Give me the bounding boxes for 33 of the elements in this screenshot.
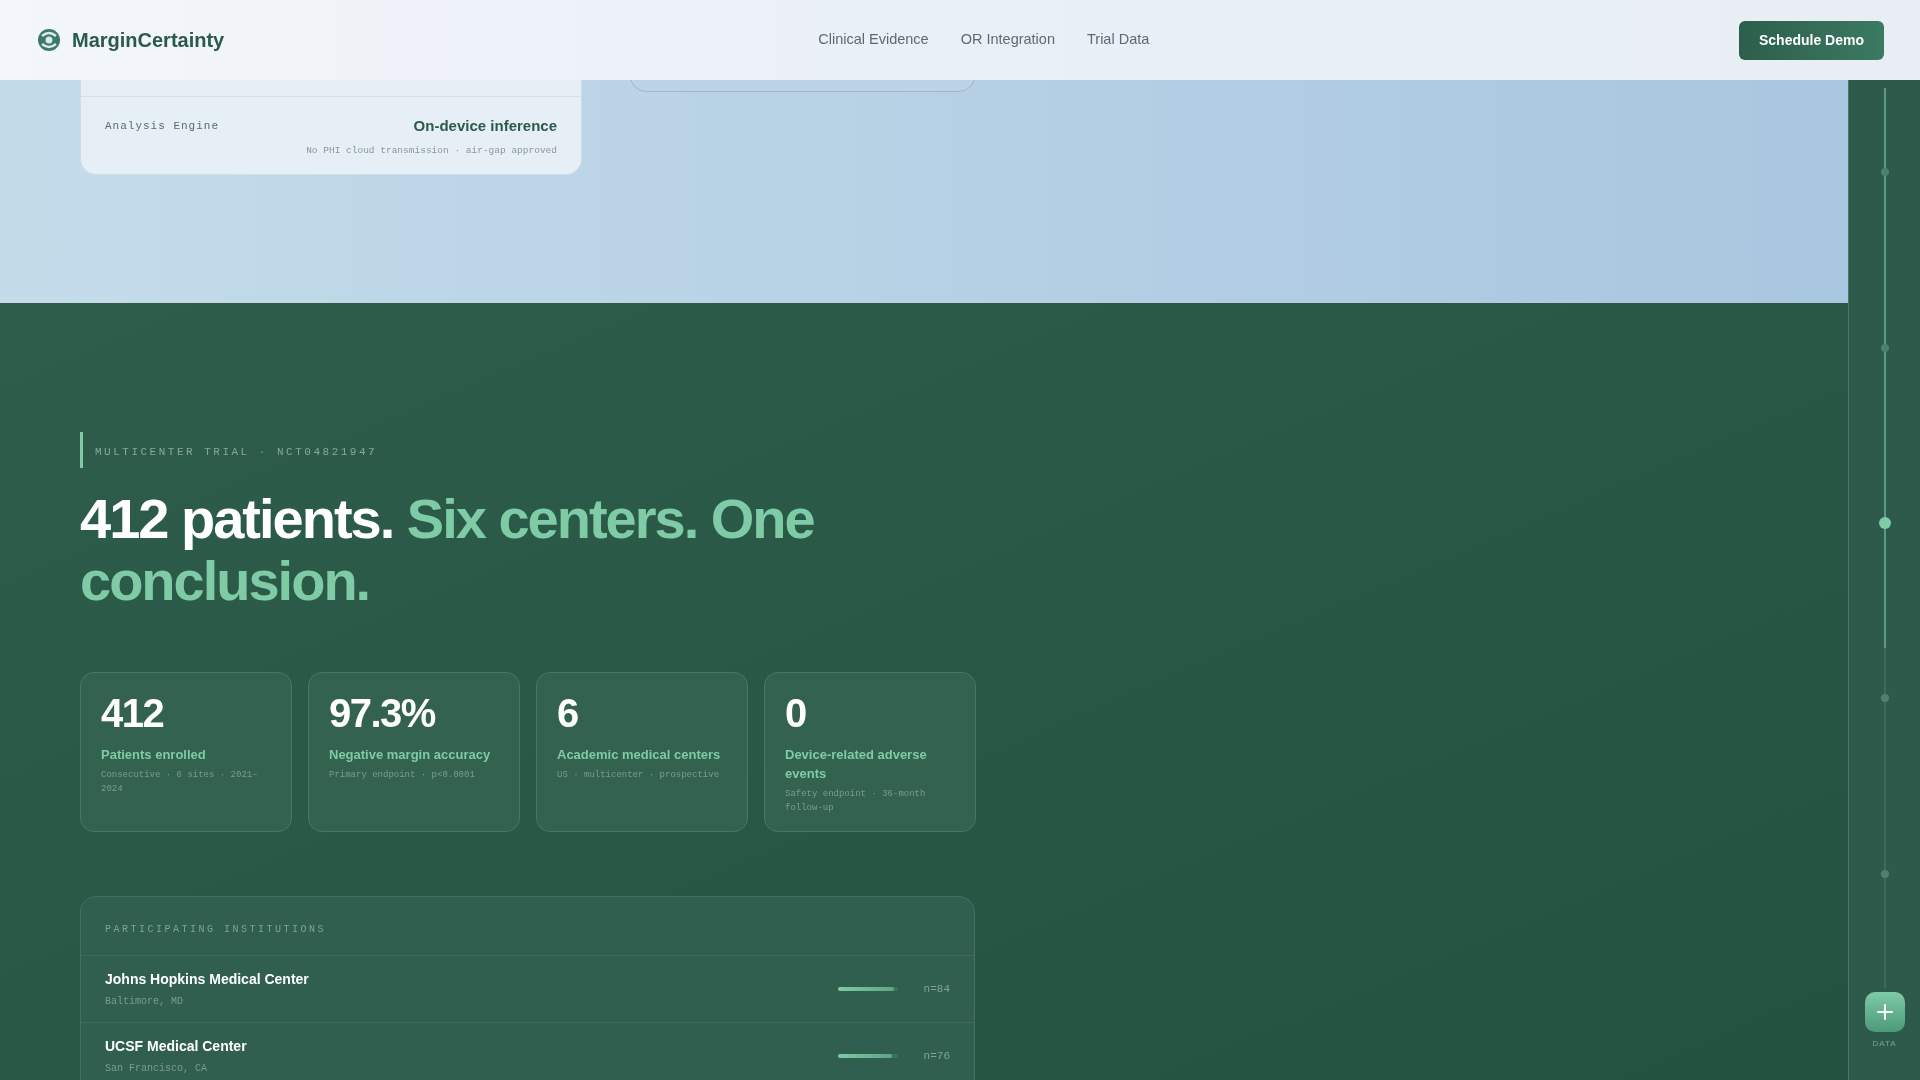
nav-link[interactable]: Trial Data bbox=[1087, 29, 1150, 51]
institution-location: San Francisco, CA bbox=[105, 1062, 209, 1076]
institution-location: Baltimore, MD bbox=[105, 995, 184, 1009]
stat-label: Patients enrolled bbox=[101, 746, 207, 764]
panel-title: PARTICIPATING INSTITUTIONS bbox=[105, 924, 327, 935]
stat-value: 6 bbox=[557, 691, 579, 735]
stat-value: 412 bbox=[101, 691, 165, 735]
plus-icon bbox=[1875, 1003, 1894, 1021]
headline: 412 patients. Six centers. One conclusion. bbox=[80, 488, 815, 612]
schedule-demo-button[interactable]: Schedule Demo bbox=[1738, 20, 1884, 60]
stat-label: Device-related adverse events bbox=[785, 746, 928, 783]
stat-note: Safety endpoint · 36-month follow-up bbox=[785, 788, 927, 815]
spec-value: On-device inference bbox=[413, 116, 557, 137]
brand-name: MarginCertainty bbox=[72, 28, 225, 53]
institution-name: Johns Hopkins Medical Center bbox=[105, 970, 309, 989]
sample-count: n=84 bbox=[923, 981, 950, 997]
nav-link[interactable]: Clinical Evidence bbox=[818, 29, 929, 51]
spec-note: No PHI cloud transmission · air-gap approved bbox=[306, 143, 557, 158]
stat-note: Consecutive · 6 sites · 2021–2024 bbox=[101, 769, 259, 796]
sample-count: n=76 bbox=[923, 1048, 950, 1064]
add-button[interactable] bbox=[1864, 992, 1905, 1032]
stat-note: US · multicenter · prospective bbox=[557, 769, 721, 782]
stat-note: Primary endpoint · p<0.0001 bbox=[329, 769, 476, 782]
logo-icon bbox=[36, 27, 62, 53]
stat-label: Negative margin accuracy bbox=[329, 746, 492, 764]
spec-label: Analysis Engine bbox=[105, 119, 220, 135]
stat-label: Academic medical centers bbox=[557, 746, 722, 764]
rail-label: DATA bbox=[1872, 1038, 1897, 1050]
institution-name: UCSF Medical Center bbox=[105, 1037, 247, 1056]
eyebrow-label: MULTICENTER TRIAL · NCT04821947 bbox=[95, 446, 378, 458]
nav-link[interactable]: OR Integration bbox=[960, 29, 1055, 51]
stat-value: 0 bbox=[785, 691, 807, 735]
stat-value: 97.3% bbox=[329, 691, 437, 735]
